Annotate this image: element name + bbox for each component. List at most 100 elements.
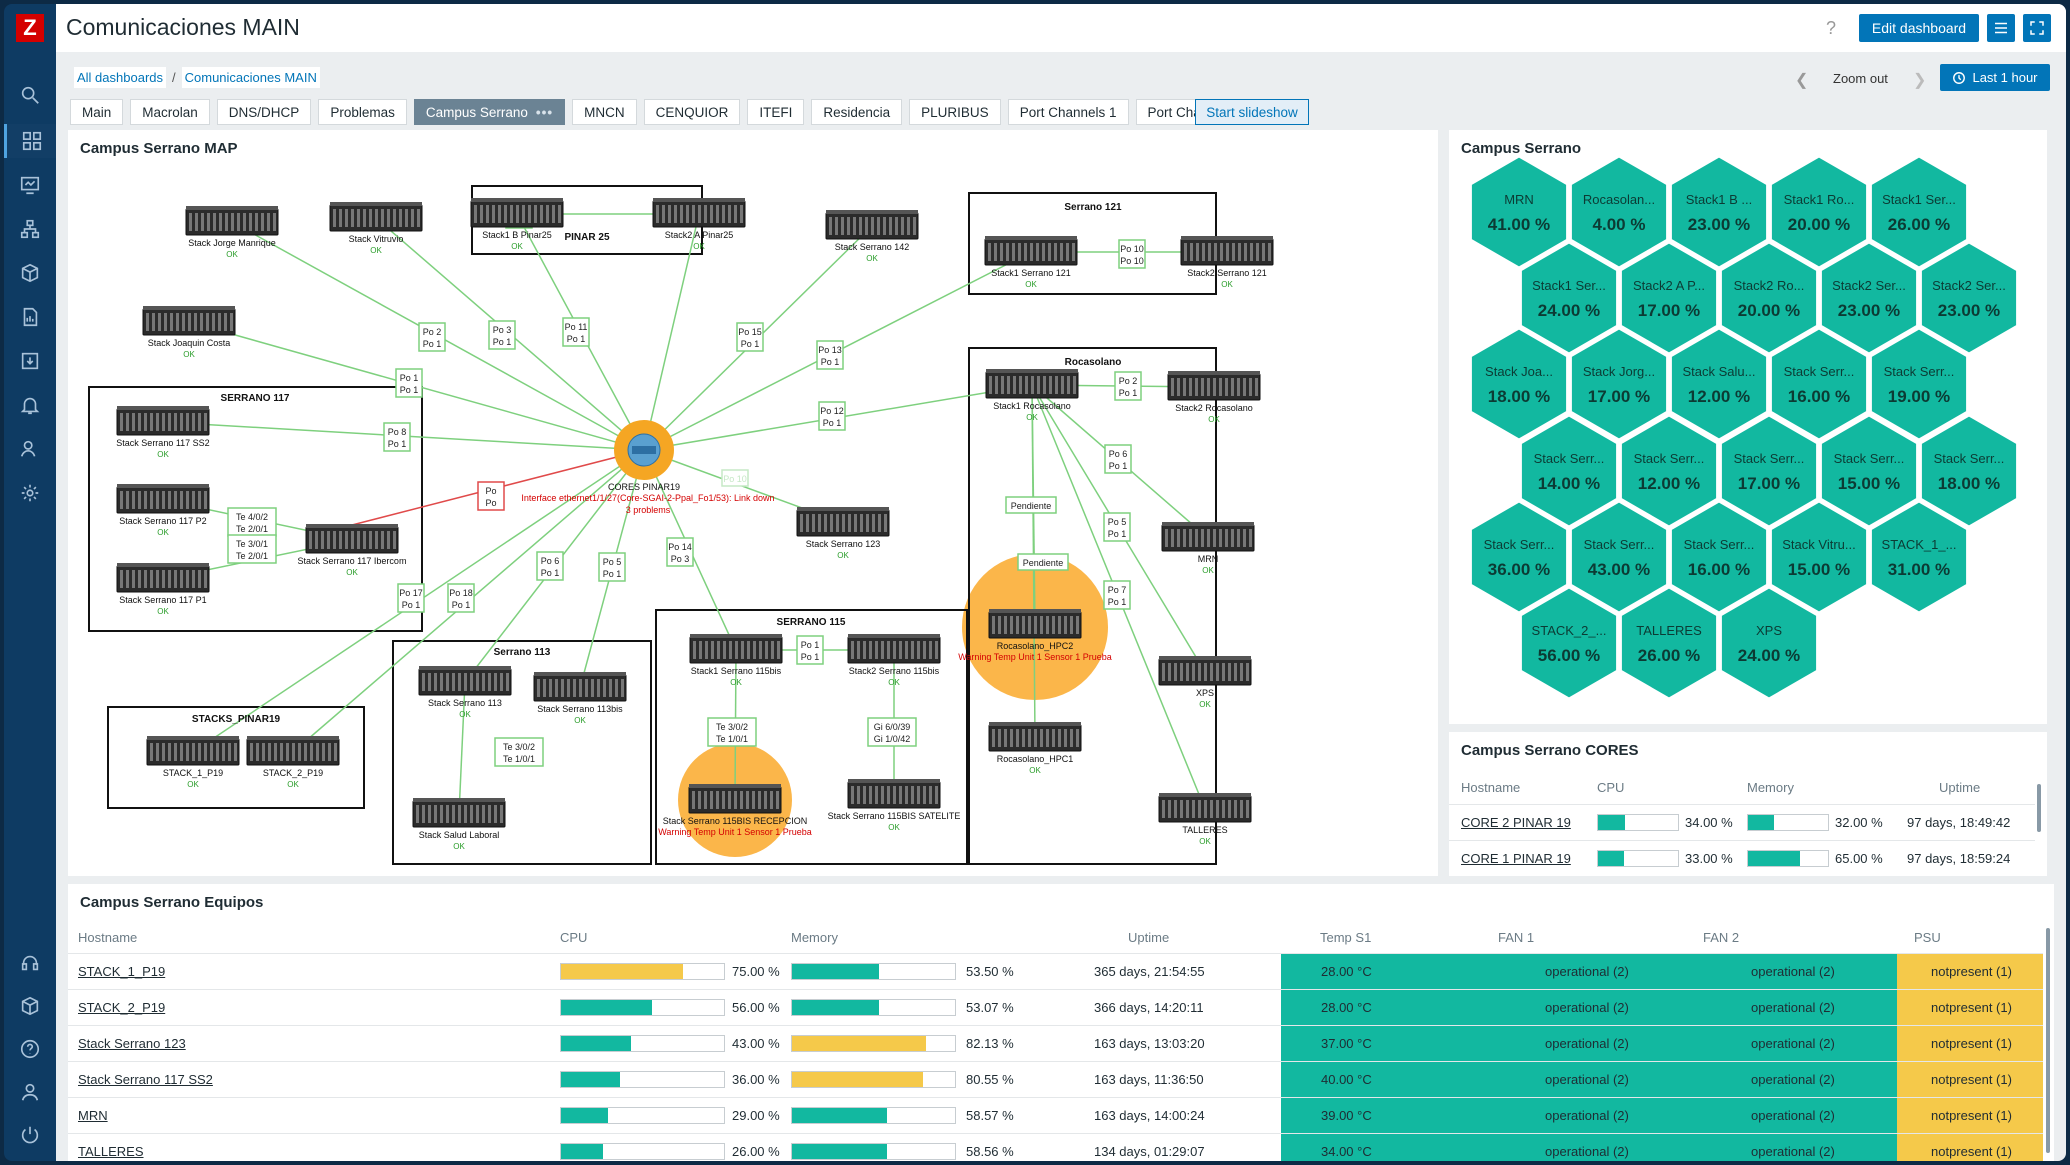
server-icon[interactable]	[142, 306, 236, 336]
server-port	[1246, 663, 1249, 681]
server-icon[interactable]	[825, 210, 919, 240]
equipos-host-link[interactable]: TALLERES	[78, 1144, 144, 1159]
time-range-button[interactable]: Last 1 hour	[1940, 64, 2050, 91]
equipos-col-memory: Memory	[791, 930, 838, 945]
server-port	[1219, 378, 1222, 396]
server-icon[interactable]	[1158, 656, 1252, 686]
cores-host-link[interactable]: CORE 2 PINAR 19	[1461, 815, 1571, 830]
tab-dns-dhcp[interactable]: DNS/DHCP	[216, 99, 312, 125]
tab-label: MNCN	[584, 104, 625, 120]
equipos-scrollbar[interactable]	[2046, 928, 2050, 1153]
server-icon[interactable]	[146, 736, 240, 766]
server-port	[1013, 376, 1016, 394]
server-port	[1234, 663, 1237, 681]
server-icon[interactable]	[533, 672, 627, 702]
host-status: OK	[157, 528, 169, 537]
server-icon[interactable]	[1180, 236, 1274, 266]
network-icon[interactable]	[4, 212, 56, 246]
temp-cell: 28.00 °C	[1281, 954, 1485, 990]
tab-itefi[interactable]: ITEFI	[747, 99, 805, 125]
zoom-out-button[interactable]: Zoom out	[1833, 71, 1888, 86]
integrations-icon[interactable]	[4, 989, 56, 1023]
server-icon[interactable]	[984, 236, 1078, 266]
breadcrumb-all-dashboards[interactable]: All dashboards	[74, 67, 166, 88]
cores-scrollbar[interactable]	[2037, 784, 2041, 832]
server-icon[interactable]	[329, 202, 423, 232]
server-icon[interactable]	[305, 524, 399, 554]
tab-mncn[interactable]: MNCN	[572, 99, 637, 125]
link-label-text: Po 2	[1119, 376, 1138, 386]
server-port	[198, 491, 201, 509]
server-port	[895, 217, 898, 235]
fullscreen-icon[interactable]	[2023, 14, 2051, 42]
help-icon[interactable]: ?	[1826, 18, 1836, 39]
tab-cenquior[interactable]: CENQUIOR	[643, 99, 741, 125]
equipos-host-link[interactable]: Stack Serrano 123	[78, 1036, 186, 1051]
breadcrumb-current[interactable]: Comunicaciones MAIN	[181, 67, 320, 88]
server-port	[1189, 378, 1192, 396]
sign-out-icon[interactable]	[4, 1118, 56, 1152]
server-icon[interactable]	[412, 798, 506, 828]
tab-problemas[interactable]: Problemas	[318, 99, 407, 125]
alerts-icon[interactable]	[4, 388, 56, 422]
server-port	[1219, 529, 1222, 547]
server-icon[interactable]	[1161, 522, 1255, 552]
edit-dashboard-button[interactable]: Edit dashboard	[1859, 14, 1979, 42]
uptime-value: 134 days, 01:29:07	[1094, 1144, 1205, 1159]
tab-main[interactable]: Main	[70, 99, 124, 125]
settings-icon[interactable]	[4, 476, 56, 510]
server-icon[interactable]	[116, 406, 210, 436]
tab-campus-serrano[interactable]: Campus Serrano •••	[413, 99, 566, 125]
monitoring-icon[interactable]	[4, 168, 56, 202]
tab-pluribus[interactable]: PLURIBUS	[909, 99, 1001, 125]
equipos-host-link[interactable]: STACK_1_P19	[78, 964, 165, 979]
support-icon[interactable]	[4, 946, 56, 980]
server-port	[597, 679, 600, 697]
server-icon[interactable]	[988, 722, 1082, 752]
server-port	[994, 243, 997, 261]
user-profile-icon[interactable]	[4, 1075, 56, 1109]
server-port	[585, 679, 588, 697]
server-port	[156, 743, 159, 761]
server-icon[interactable]	[1158, 793, 1252, 823]
server-icon[interactable]	[985, 369, 1079, 399]
server-icon[interactable]	[116, 563, 210, 593]
server-icon[interactable]	[470, 198, 564, 228]
zabbix-logo[interactable]: Z	[16, 14, 44, 42]
tab-port-channels-1[interactable]: Port Channels 1	[1007, 99, 1129, 125]
honeycomb-value: 56.00 %	[1538, 646, 1600, 665]
server-icon[interactable]	[418, 666, 512, 696]
server-port	[381, 531, 384, 549]
tab-menu-icon[interactable]: •••	[536, 105, 553, 120]
help-circle-icon[interactable]	[4, 1032, 56, 1066]
server-icon[interactable]	[185, 206, 279, 236]
server-icon[interactable]	[246, 736, 340, 766]
zoom-prev-icon[interactable]: ❮	[1795, 70, 1808, 90]
server-icon[interactable]	[652, 198, 746, 228]
memory-value: 53.50 %	[966, 964, 1014, 979]
cores-host-link[interactable]: CORE 1 PINAR 19	[1461, 851, 1571, 866]
server-icon[interactable]	[847, 779, 941, 809]
menu-icon[interactable]	[1987, 14, 2015, 42]
server-icon[interactable]	[847, 634, 941, 664]
reports-icon[interactable]	[4, 300, 56, 334]
tab-residencia[interactable]: Residencia	[811, 99, 903, 125]
data-collection-icon[interactable]	[4, 344, 56, 378]
server-icon[interactable]	[116, 484, 210, 514]
search-icon[interactable]	[4, 78, 56, 112]
fan2-value: operational (2)	[1751, 1072, 1835, 1087]
server-icon[interactable]	[796, 507, 890, 537]
equipos-host-link[interactable]: Stack Serrano 117 SS2	[78, 1072, 213, 1087]
inventory-icon[interactable]	[4, 256, 56, 290]
server-icon[interactable]	[988, 609, 1082, 639]
dashboards-icon[interactable]	[4, 124, 56, 158]
start-slideshow-button[interactable]: Start slideshow	[1195, 99, 1309, 125]
server-icon[interactable]	[689, 634, 783, 664]
zoom-next-icon[interactable]: ❯	[1913, 70, 1926, 90]
tab-macrolan[interactable]: Macrolan	[130, 99, 210, 125]
users-icon[interactable]	[4, 432, 56, 466]
server-icon[interactable]	[688, 784, 782, 814]
equipos-host-link[interactable]: MRN	[78, 1108, 108, 1123]
server-icon[interactable]	[1167, 371, 1261, 401]
equipos-host-link[interactable]: STACK_2_P19	[78, 1000, 165, 1015]
